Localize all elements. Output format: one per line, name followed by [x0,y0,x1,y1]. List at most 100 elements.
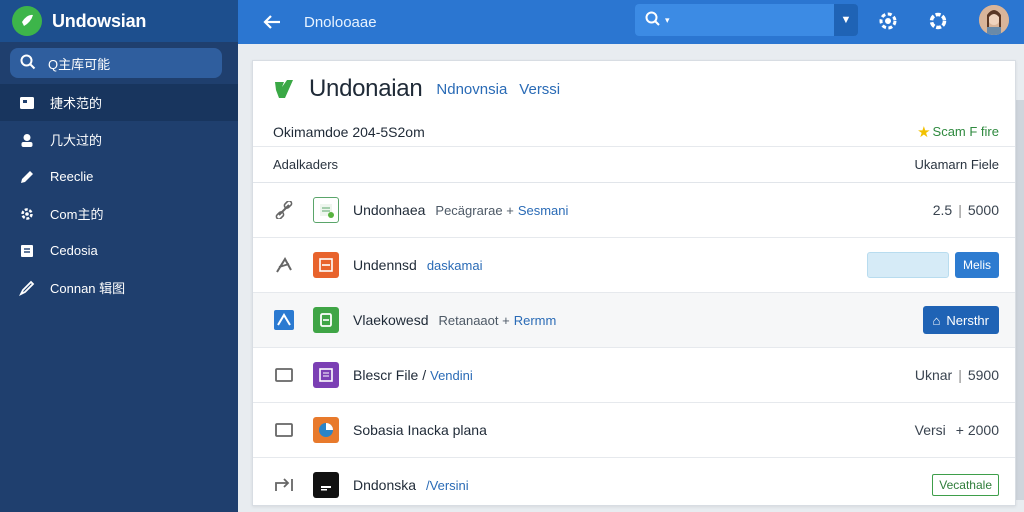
sidebar-item-6[interactable]: Connan 辑图 [0,269,238,306]
row-action-button[interactable]: Vecathale [932,474,999,496]
star-icon: ★ [917,123,931,141]
row-name: Undonhaea [353,202,426,218]
table-row[interactable]: Undonhaea Pecägrarae + Sesmani 2.5 | 500… [253,183,1015,238]
scan-file-link[interactable]: ★ Scam F fire [917,123,999,141]
sidebar-item-label: 捷术范的 [50,96,103,111]
form-file-icon [313,362,339,388]
user-icon [18,133,36,147]
row-action-button[interactable]: ⌂ Nersthr [922,306,999,334]
table-header: Adalkaders Ukamarn Fiele [253,147,1015,183]
back-button[interactable] [256,6,288,38]
row-link[interactable]: Rermm [514,313,557,328]
row-actions: Melis [866,238,999,292]
edit-icon [18,169,36,185]
scissors-icon [273,254,295,276]
row-value-a: Uknar [914,367,953,383]
brand-bar: Undowsian [0,0,238,42]
row-value-a: 2.5 [932,202,953,218]
share-icon [273,474,295,496]
sidebar-item-4[interactable]: Com主的 [0,195,238,232]
arrow-left-icon [263,15,280,29]
sidebar-item-3[interactable]: Reeclie [0,158,238,195]
table-row[interactable]: Blescr File / Vendini Uknar | 5900 [253,348,1015,403]
sidebar-item-label: Connan 辑图 [50,281,126,296]
table-row[interactable]: Undennsd daskamai Melis [253,238,1015,293]
row-value-a: Versi [914,422,946,438]
row-meta: Retanaaot + [438,312,510,328]
user-avatar-icon [979,5,1009,35]
folder-icon [18,96,36,109]
photo-app-icon [313,417,339,443]
info-text: Okimamdoe 204-5S2om [273,123,425,140]
link-icon [273,199,295,221]
separator: | [958,367,962,383]
row-link[interactable]: Sesmani [518,203,569,218]
column-header-right: Ukamarn Fiele [914,157,999,172]
top-title: Dnolooaae [304,13,377,31]
row-name: Dndonska [353,477,417,493]
row-name: Sobasia Inacka plana [353,422,487,438]
row-actions: Vecathale [932,458,999,512]
sidebar-item-label: Cedosia [50,243,98,258]
search-icon [645,11,661,30]
separator: | [958,202,962,218]
document-icon [18,244,36,258]
table-row[interactable]: Dndonska /Versini Vecathale [253,458,1015,512]
row-meta: Pecägrarae + [435,202,514,218]
sidebar-search-label: Q主库可能 [48,56,111,72]
gear-icon [929,12,947,30]
row-name: Undennsd [353,257,417,273]
settings-gear-icon [18,206,36,222]
window-icon [273,364,295,386]
row-values: Versi + 2000 [915,403,999,457]
sidebar-item-1[interactable]: 捷术范的 [0,84,238,121]
pen-icon [18,280,36,296]
gear-icon [879,12,897,30]
scan-file-label: Scam F fire [932,124,999,139]
search-icon [20,54,36,73]
row-name: Blescr File / [353,367,427,383]
chevron-down-icon: ▾ [665,14,670,25]
settings-button[interactable] [876,9,900,33]
search-dropdown-button[interactable]: ▼ [834,4,858,36]
document-green-icon [313,307,339,333]
page-version-link[interactable]: Verssi [519,81,560,98]
row-action-button[interactable]: Melis [954,252,999,278]
sidebar: Undowsian Q主库可能 捷术范的 几大过的 Reeclie Com主的 … [0,0,238,512]
placeholder-button[interactable] [866,252,949,278]
app-arrow-icon [273,309,295,331]
options-button[interactable] [926,9,950,33]
page-subtitle-link[interactable]: Ndnovnsia [436,81,507,98]
top-search-input[interactable]: ▾ [635,4,855,36]
brand-logo-icon [12,6,42,36]
table-row[interactable]: Sobasia Inacka plana Versi + 2000 [253,403,1015,458]
scrollbar[interactable] [1016,100,1024,500]
row-link[interactable]: daskamai [427,258,483,273]
sidebar-search[interactable]: Q主库可能 [10,48,222,78]
top-bar: Dnolooaae ▾ ▼ [238,0,1024,44]
row-actions: ⌂ Nersthr [922,293,999,347]
sidebar-item-2[interactable]: 几大过的 [0,121,238,158]
dark-file-icon [313,472,339,498]
sidebar-item-label: 几大过的 [50,133,103,148]
row-action-label: Nersthr [946,312,989,328]
sidebar-item-5[interactable]: Cedosia [0,232,238,269]
avatar[interactable] [979,5,1009,35]
row-value-b: 5900 [967,367,999,383]
table-row[interactable]: Vlaekowesd Retanaaot + Rermm ⌂ Nersthr [253,293,1015,348]
column-header-left: Adalkaders [273,157,339,172]
brand-title: Undowsian [52,10,147,31]
panel-header: Undonaian Ndnovnsia Verssi [253,61,1015,117]
spreadsheet-file-icon [313,197,339,223]
row-name: Vlaekowesd [353,312,429,328]
row-link[interactable]: /Versini [426,478,469,493]
info-row: Okimamdoe 204-5S2om ★ Scam F fire [253,117,1015,147]
row-values: 2.5 | 5000 [933,183,999,237]
sidebar-item-label: Com主的 [50,207,104,222]
chevron-down-icon: ▼ [840,14,852,26]
page-title: Undonaian [309,75,423,102]
sidebar-nav: 捷术范的 几大过的 Reeclie Com主的 Cedosia Connan 辑… [0,84,238,306]
row-values: Uknar | 5900 [915,348,999,402]
row-link[interactable]: Vendini [430,368,473,383]
sidebar-item-label: Reeclie [50,169,94,184]
